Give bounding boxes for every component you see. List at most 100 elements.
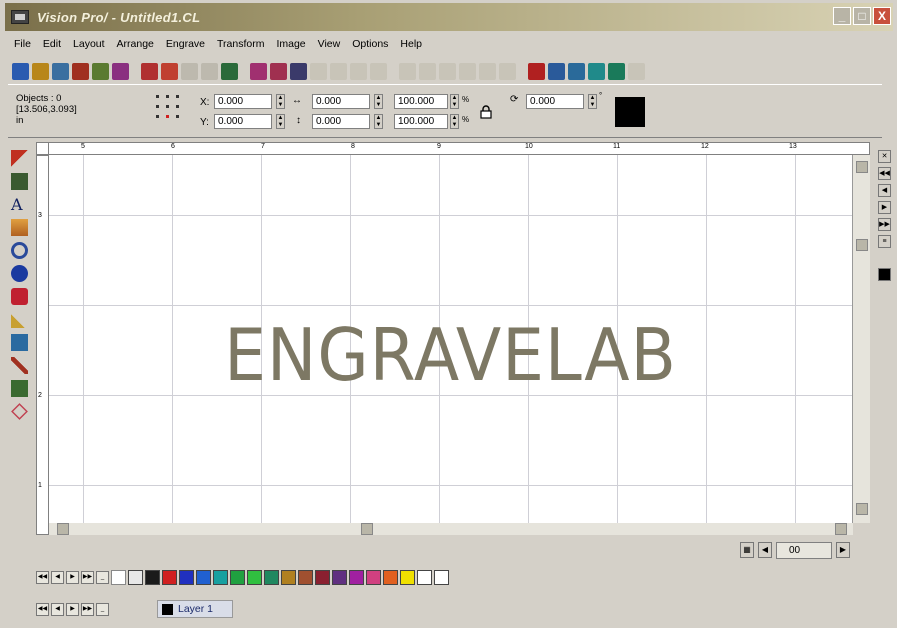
width-field[interactable]: 0.000 — [312, 94, 370, 109]
palette-next-icon[interactable]: ▶ — [66, 570, 79, 584]
layer-tab[interactable]: Layer 1 — [157, 600, 233, 618]
white-swatch[interactable] — [128, 569, 143, 585]
menu-file[interactable]: File — [8, 36, 37, 54]
no-fill-swatch[interactable] — [111, 569, 126, 585]
preview-thumb-icon[interactable] — [878, 268, 891, 281]
palette-prev-icon[interactable]: ◀ — [51, 570, 64, 584]
contour-icon[interactable] — [350, 62, 367, 80]
node-add-icon[interactable] — [568, 62, 585, 80]
scroll-up-button[interactable] — [856, 161, 868, 173]
vertical-scrollbar[interactable] — [853, 155, 870, 523]
drawing-canvas[interactable]: ENGRAVELAB — [49, 155, 853, 523]
color-swatch[interactable] — [281, 569, 296, 585]
palette-first-icon[interactable]: ◀◀ — [36, 570, 49, 584]
outline-color-preview[interactable] — [615, 97, 645, 127]
copy-icon[interactable] — [201, 62, 218, 80]
color-swatch[interactable] — [145, 569, 160, 585]
color-swatch[interactable] — [400, 569, 415, 585]
new-file-icon[interactable] — [12, 62, 29, 80]
lock-icon[interactable] — [480, 105, 492, 119]
text-tool-icon[interactable]: A — [11, 196, 28, 213]
align-icon[interactable] — [290, 62, 307, 80]
fill-icon[interactable] — [370, 62, 387, 80]
print-icon[interactable] — [92, 62, 109, 80]
layer-first-icon[interactable]: ◀◀ — [36, 602, 49, 616]
node-edit-icon[interactable] — [310, 62, 327, 80]
node-tool-icon[interactable] — [11, 173, 28, 190]
x-spinner[interactable]: ▲ ▼ — [276, 94, 285, 109]
page-number-field[interactable]: 00 — [776, 541, 832, 559]
scroll-right-button[interactable] — [835, 523, 847, 535]
color-swatch[interactable] — [315, 569, 330, 585]
view-icon[interactable] — [459, 62, 476, 80]
delete-icon[interactable] — [528, 62, 545, 80]
first-icon[interactable]: ◀◀ — [878, 167, 891, 180]
barcode-icon[interactable] — [588, 62, 605, 80]
scroll-thumb-vertical[interactable] — [856, 239, 868, 251]
scale-height-field[interactable]: 100.000 — [394, 114, 448, 129]
menu-layout[interactable]: Layout — [67, 36, 111, 54]
measure-tool-icon[interactable] — [11, 380, 28, 397]
color-swatch[interactable] — [349, 569, 364, 585]
color-swatch[interactable] — [162, 569, 177, 585]
ruler-corner[interactable] — [36, 142, 49, 155]
last-icon[interactable]: ▶▶ — [878, 218, 891, 231]
y-spinner[interactable]: ▲ ▼ — [276, 114, 285, 129]
eraser-tool-icon[interactable] — [11, 403, 28, 420]
width-spinner[interactable]: ▲ ▼ — [374, 94, 383, 109]
menu-image[interactable]: Image — [270, 36, 311, 54]
page-grid-icon[interactable]: ▦ — [740, 542, 754, 558]
paste-icon[interactable] — [221, 62, 238, 80]
menu-edit[interactable]: Edit — [37, 36, 67, 54]
layer-menu-icon[interactable]: _ — [96, 602, 109, 616]
canvas-text-object[interactable]: ENGRAVELAB — [81, 313, 820, 397]
palette-menu-icon[interactable]: _ — [96, 570, 109, 584]
menu-engrave[interactable]: Engrave — [160, 36, 211, 54]
list-icon[interactable]: ≡ — [878, 235, 891, 248]
custom-color-swatch[interactable] — [417, 569, 432, 585]
menu-transform[interactable]: Transform — [211, 36, 270, 54]
scale-height-spinner[interactable]: ▲ ▼ — [450, 114, 459, 129]
scroll-thumb-horizontal[interactable] — [361, 523, 373, 535]
color-swatch[interactable] — [196, 569, 211, 585]
menu-options[interactable]: Options — [346, 36, 394, 54]
top-ruler[interactable]: 5 6 7 8 9 10 11 12 13 — [36, 142, 870, 155]
zoom-tool-icon[interactable] — [11, 242, 28, 259]
page-next-button[interactable]: ▶ — [836, 542, 850, 558]
layer-last-icon[interactable]: ▶▶ — [81, 602, 94, 616]
pen-tool-icon[interactable] — [11, 311, 28, 328]
group-icon[interactable] — [250, 62, 267, 80]
zoom-fit-icon[interactable] — [439, 62, 456, 80]
fill-tool-icon[interactable] — [11, 334, 28, 351]
y-position-field[interactable]: 0.000 — [214, 114, 272, 129]
measure-icon[interactable] — [499, 62, 516, 80]
rotation-field[interactable]: 0.000 — [526, 94, 584, 109]
undo-icon[interactable] — [161, 62, 178, 80]
next-icon[interactable]: ▶ — [878, 201, 891, 214]
save-file-icon[interactable] — [52, 62, 69, 80]
close-button[interactable]: X — [873, 7, 891, 25]
menu-arrange[interactable]: Arrange — [111, 36, 160, 54]
menu-help[interactable]: Help — [394, 36, 428, 54]
minimize-button[interactable]: _ — [833, 7, 851, 25]
reference-point-grid[interactable] — [156, 95, 186, 125]
scale-width-spinner[interactable]: ▲ ▼ — [450, 94, 459, 109]
scale-width-field[interactable]: 100.000 — [394, 94, 448, 109]
color-swatch[interactable] — [264, 569, 279, 585]
zoom-out-icon[interactable] — [419, 62, 436, 80]
maximize-button[interactable]: □ — [853, 7, 871, 25]
x-position-field[interactable]: 0.000 — [214, 94, 272, 109]
select-arrow-icon[interactable] — [11, 150, 28, 167]
mail-icon[interactable] — [608, 62, 625, 80]
height-field[interactable]: 0.000 — [312, 114, 370, 129]
layer-prev-icon[interactable]: ◀ — [51, 602, 64, 616]
preview-icon[interactable] — [479, 62, 496, 80]
import-icon[interactable] — [72, 62, 89, 80]
rotation-spinner[interactable]: ▲ ▼ — [588, 94, 597, 109]
open-file-icon[interactable] — [32, 62, 49, 80]
zoom-in-icon[interactable] — [399, 62, 416, 80]
ungroup-icon[interactable] — [270, 62, 287, 80]
color-swatch[interactable] — [247, 569, 262, 585]
horizontal-scrollbar[interactable] — [49, 523, 853, 535]
layer-next-icon[interactable]: ▶ — [66, 602, 79, 616]
